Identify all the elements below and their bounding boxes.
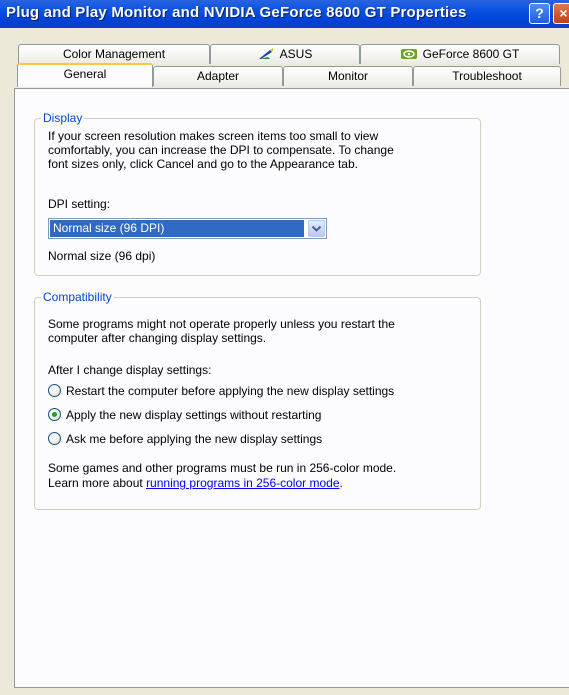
footer-suffix: . bbox=[339, 476, 343, 490]
display-group-title: Display bbox=[41, 111, 85, 125]
ask-me-radio[interactable] bbox=[48, 432, 61, 445]
tab-label: Troubleshoot bbox=[452, 69, 522, 83]
apply-without-restart-radio[interactable] bbox=[48, 408, 61, 421]
tab-geforce[interactable]: GeForce 8600 GT bbox=[360, 44, 560, 64]
display-description-line: comfortably, you can increase the DPI to… bbox=[48, 143, 394, 157]
tab-label: GeForce 8600 GT bbox=[422, 47, 520, 61]
restart-radio[interactable] bbox=[48, 384, 61, 397]
footer-note-line: Learn more about running programs in 256… bbox=[48, 476, 343, 491]
dropdown-arrow-button[interactable] bbox=[308, 220, 325, 237]
chevron-down-icon bbox=[311, 225, 322, 232]
dpi-setting-dropdown[interactable]: Normal size (96 DPI) bbox=[48, 218, 327, 239]
display-description-line: font sizes only, click Cancel and go to … bbox=[48, 157, 358, 171]
tab-label: ASUS bbox=[279, 47, 313, 61]
display-description-line: If your screen resolution makes screen i… bbox=[48, 129, 379, 143]
tab-label: Adapter bbox=[196, 69, 240, 83]
dpi-selected-value: Normal size (96 DPI) bbox=[50, 220, 304, 237]
asus-icon bbox=[258, 47, 274, 59]
tab-label: Color Management bbox=[62, 47, 166, 61]
restart-radio-label[interactable]: Restart the computer before applying the… bbox=[66, 384, 394, 399]
compatibility-group-title: Compatibility bbox=[41, 290, 114, 304]
compatibility-description-line: computer after changing display settings… bbox=[48, 331, 267, 345]
after-change-label: After I change display settings: bbox=[48, 363, 212, 377]
tab-label: General bbox=[63, 67, 107, 81]
help-button[interactable]: ? bbox=[529, 3, 550, 24]
tab-troubleshoot[interactable]: Troubleshoot bbox=[413, 66, 561, 86]
compatibility-description-line: Some programs might not operate properly… bbox=[48, 317, 395, 331]
tab-color-management[interactable]: Color Management bbox=[18, 44, 210, 64]
tab-monitor[interactable]: Monitor bbox=[283, 66, 413, 86]
footer-note-line: Some games and other programs must be ru… bbox=[48, 461, 397, 475]
ask-me-radio-label[interactable]: Ask me before applying the new display s… bbox=[66, 432, 322, 447]
close-button[interactable]: × bbox=[553, 3, 569, 24]
window-title: Plug and Play Monitor and NVIDIA GeForce… bbox=[6, 4, 467, 21]
apply-without-restart-radio-label[interactable]: Apply the new display settings without r… bbox=[66, 408, 321, 423]
256-color-help-link[interactable]: running programs in 256-color mode bbox=[146, 476, 339, 490]
nvidia-icon bbox=[400, 47, 417, 59]
title-bar[interactable]: Plug and Play Monitor and NVIDIA GeForce… bbox=[0, 0, 569, 28]
tab-asus[interactable]: ASUS bbox=[210, 44, 360, 64]
footer-prefix: Learn more about bbox=[48, 476, 147, 490]
dpi-note: Normal size (96 dpi) bbox=[48, 249, 156, 263]
tab-general[interactable]: General bbox=[17, 63, 153, 87]
tab-label: Monitor bbox=[327, 69, 368, 83]
dpi-setting-label: DPI setting: bbox=[48, 197, 111, 211]
tab-adapter[interactable]: Adapter bbox=[153, 66, 283, 86]
